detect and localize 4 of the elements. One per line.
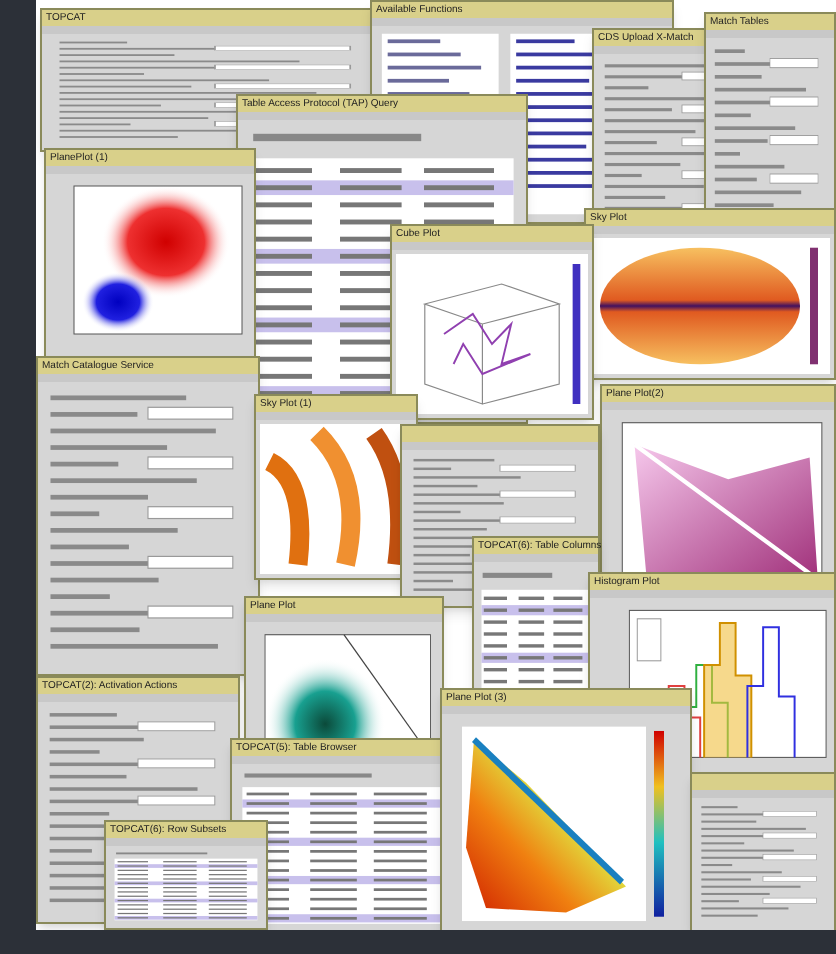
menu-bar [474,554,598,562]
menu-bar [706,30,834,38]
window-title-bar [692,774,834,790]
menu-bar [692,790,834,798]
